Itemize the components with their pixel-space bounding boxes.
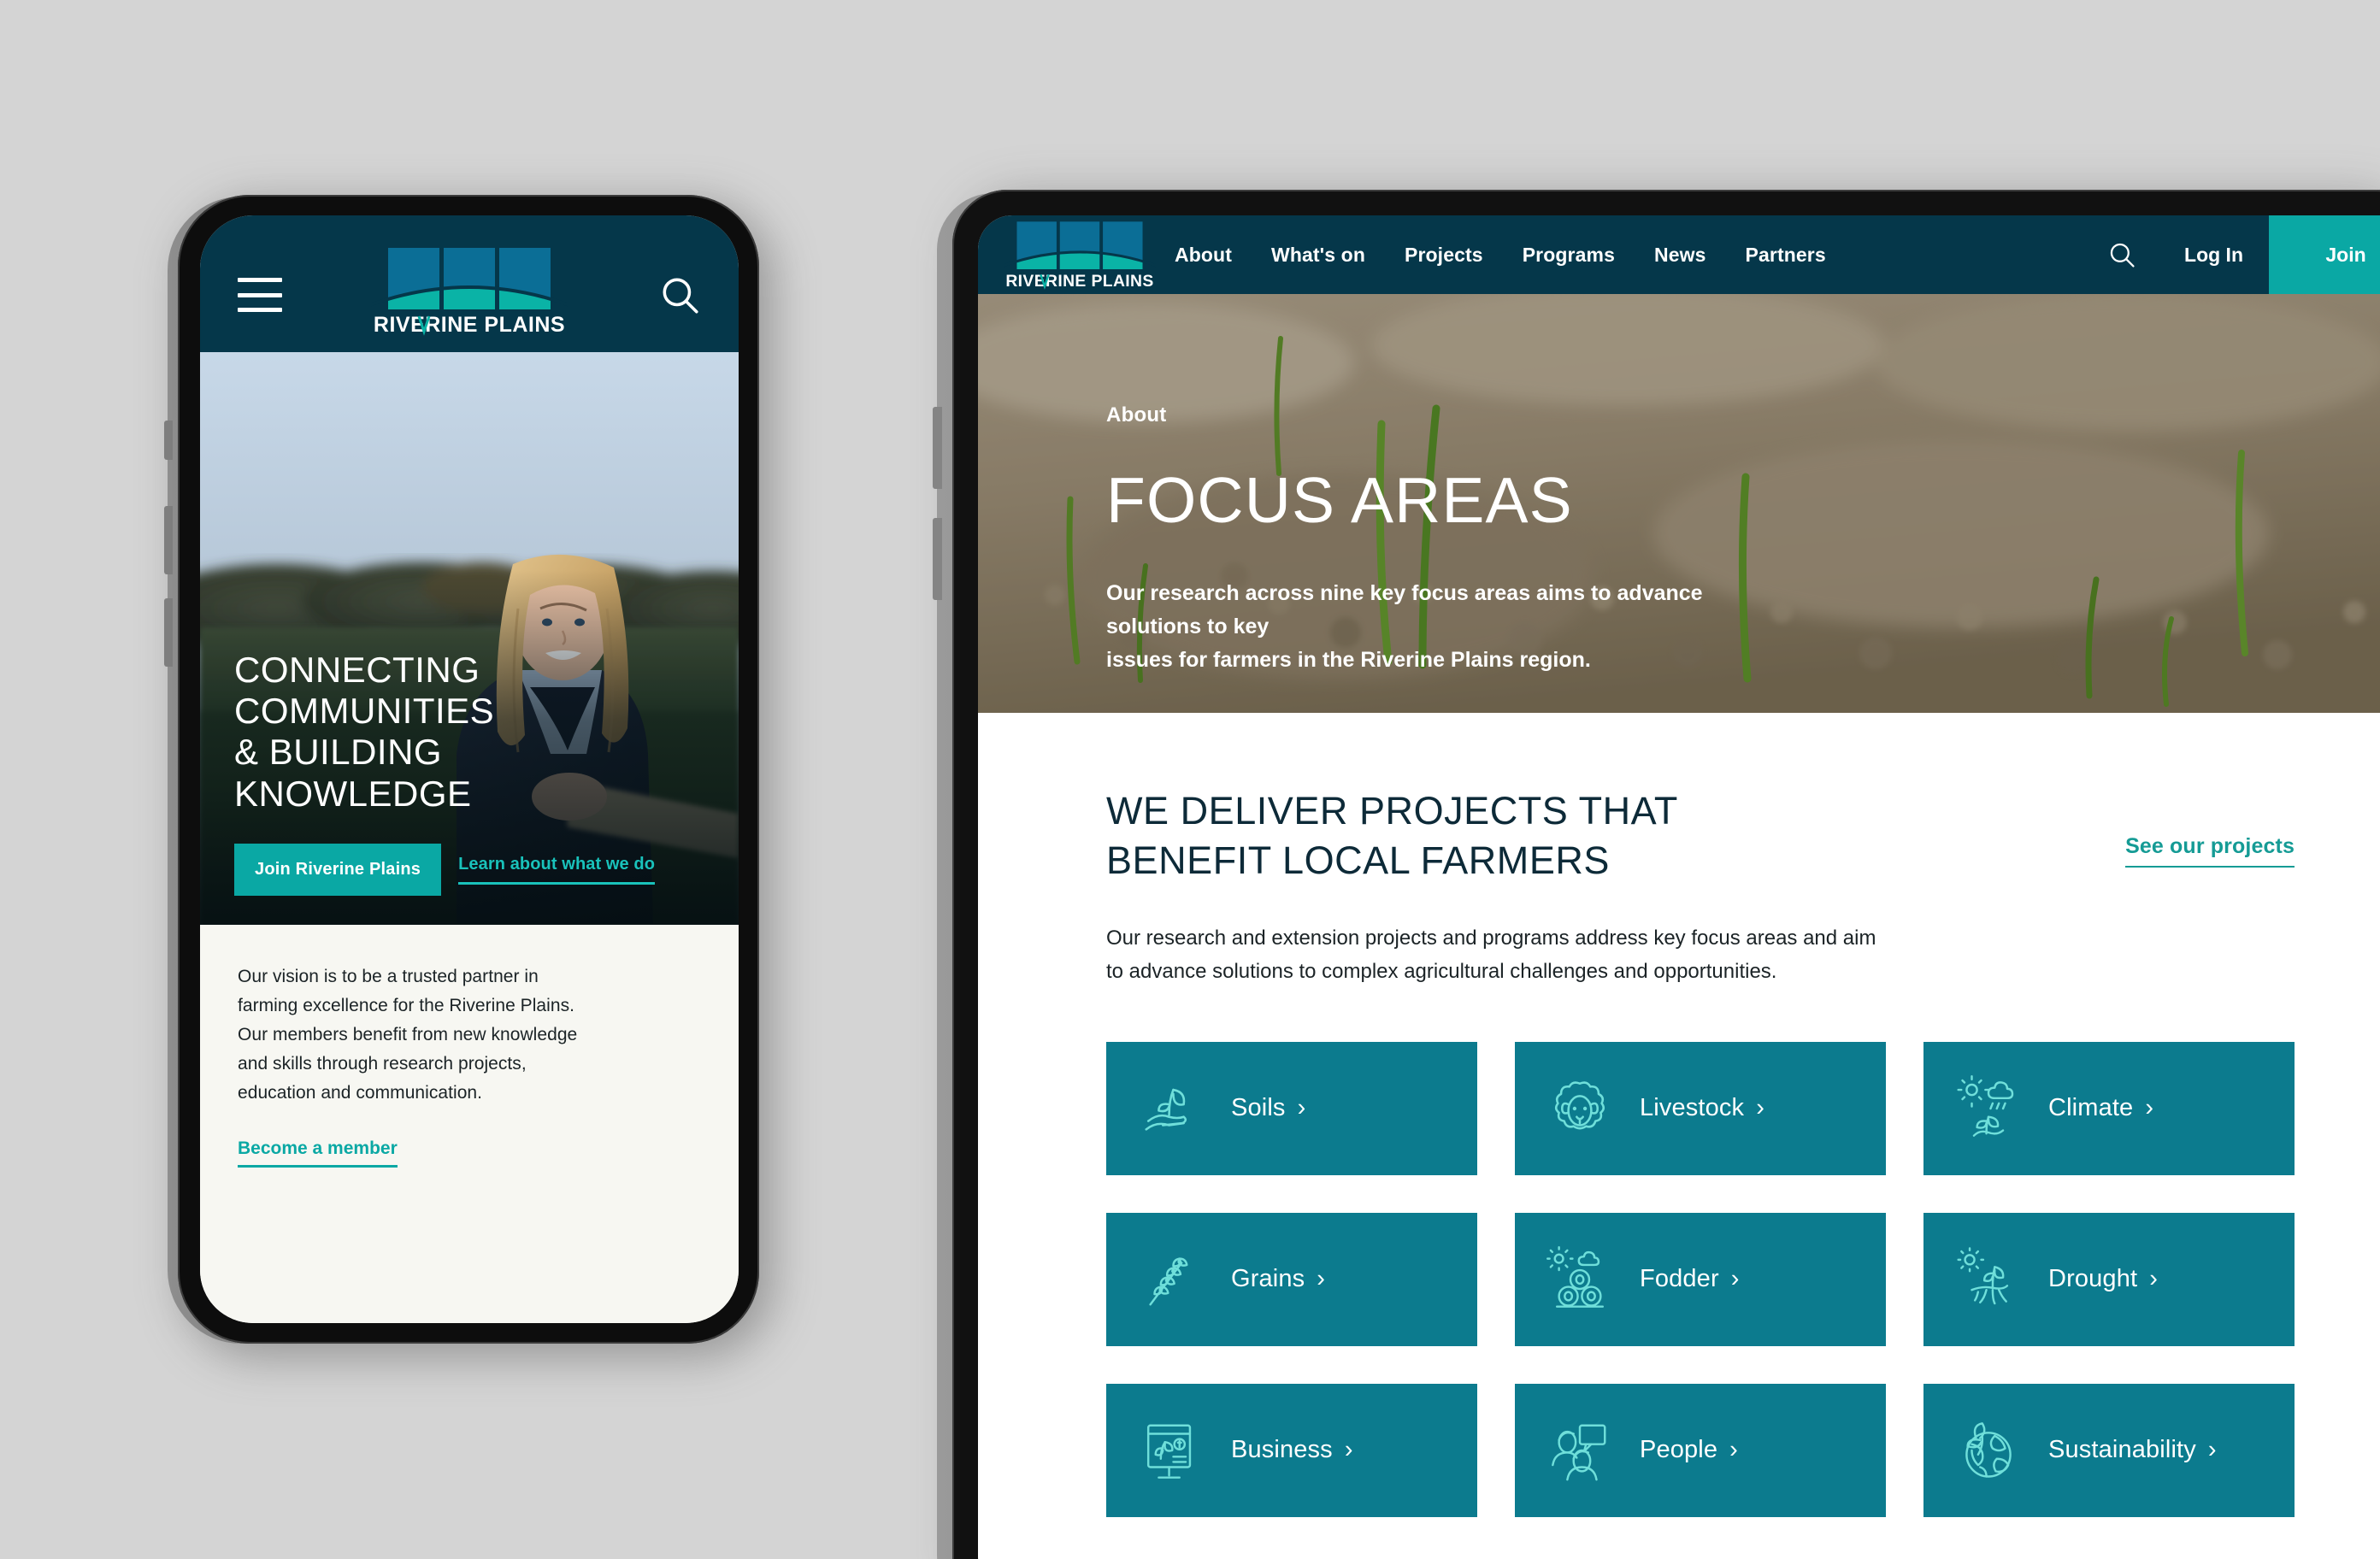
seedling-in-hand-icon [1135,1073,1207,1144]
tablet-body: RIVERINE PLAINS About What's on Projects… [952,190,2380,1559]
focus-area-tile-climate[interactable]: Climate › [1923,1041,2295,1175]
logo-mark: RIVERINE PLAINS [371,248,568,337]
focus-areas-grid: Soils › Livestock › Climate › Grains › F… [1106,1041,2295,1517]
focus-area-label: Grains › [1231,1265,1325,1293]
presentation-chart-icon [1135,1415,1207,1486]
nav-item-programs[interactable]: Programs [1523,244,1615,267]
globe-leaf-icon [1953,1415,2024,1486]
people-speech-bubble-icon [1544,1415,1616,1486]
search-icon [2110,243,2135,268]
tablet-mockup: RIVERINE PLAINS About What's on Projects… [933,171,2380,1559]
sheep-head-icon [1544,1073,1616,1144]
chevron-right-icon: › [1756,1094,1765,1122]
riverine-plains-logo[interactable]: RIVERINE PLAINS [978,215,1175,294]
focus-area-label: Livestock › [1640,1094,1764,1122]
focus-area-label: Drought › [2048,1265,2158,1293]
learn-about-what-we-do-link[interactable]: Learn about what we do [458,855,656,885]
breadcrumb-about[interactable]: About [1106,403,2320,427]
focus-area-label: Business › [1231,1436,1353,1464]
focus-area-name: Sustainability [2048,1436,2196,1464]
focus-area-name: Drought [2048,1265,2138,1293]
sun-wilting-plant-roots-icon [1953,1244,2024,1315]
chevron-right-icon: › [2207,1436,2217,1464]
desktop-main-content: WE DELIVER PROJECTS THAT BENEFIT LOCAL F… [978,713,2380,1517]
chevron-right-icon: › [1730,1265,1740,1293]
focus-area-label: Soils › [1231,1094,1305,1122]
chevron-right-icon: › [1317,1265,1326,1293]
focus-area-tile-fodder[interactable]: Fodder › [1515,1212,1886,1346]
page-title: FOCUS AREAS [1106,464,1573,536]
mobile-hero-content: CONNECTING COMMUNITIES & BUILDING KNOWLE… [234,650,713,896]
focus-area-label: Climate › [2048,1094,2153,1122]
search-icon[interactable] [658,274,701,316]
focus-area-name: Livestock [1640,1094,1745,1122]
focus-area-label: Fodder › [1640,1265,1740,1293]
riverine-plains-logo[interactable]: RIVERINE PLAINS [371,244,568,337]
sun-cloud-rain-plant-icon [1953,1073,2024,1144]
join-button[interactable]: Join [2269,215,2380,294]
tablet-screen: RIVERINE PLAINS About What's on Projects… [978,215,2380,1559]
mobile-vision-block: Our vision is to be a trusted partner in… [200,925,739,1323]
main-nav-menu: About What's on Projects Programs News P… [1175,215,1826,294]
focus-area-tile-drought[interactable]: Drought › [1923,1212,2295,1346]
logo-wordmark: RIVERINE PLAINS [374,313,565,337]
focus-area-name: Climate [2048,1094,2134,1122]
section-heading: WE DELIVER PROJECTS THAT BENEFIT LOCAL F… [1106,789,1678,882]
chevron-right-icon: › [2145,1094,2154,1122]
logo-mark: RIVERINE PLAINS [1004,221,1156,291]
focus-area-tile-people[interactable]: People › [1515,1383,1886,1517]
focus-area-name: Soils [1231,1094,1286,1122]
tablet-volume-down-button[interactable] [933,518,942,600]
nav-item-projects[interactable]: Projects [1405,244,1483,267]
focus-area-name: People [1640,1436,1718,1464]
focus-area-name: Grains [1231,1265,1305,1293]
hay-bales-sun-cloud-icon [1544,1244,1616,1315]
mobile-hero-cta-row: Join Riverine Plains Learn about what we… [234,844,713,896]
join-riverine-plains-button[interactable]: Join Riverine Plains [234,844,442,896]
wheat-stalk-icon [1135,1244,1207,1315]
phone-mute-button[interactable] [164,421,173,460]
section-header-row: WE DELIVER PROJECTS THAT BENEFIT LOCAL F… [1106,786,2295,885]
section-lead-paragraph: Our research and extension projects and … [1106,927,1876,984]
focus-area-name: Business [1231,1436,1333,1464]
mobile-vision-paragraph: Our vision is to be a trusted partner in… [238,967,578,1103]
desktop-navbar: RIVERINE PLAINS About What's on Projects… [978,215,2380,294]
hamburger-menu-icon[interactable] [238,278,282,312]
nav-item-news[interactable]: News [1654,244,1706,267]
nav-item-whats-on[interactable]: What's on [1271,244,1365,267]
navbar-right-group: Log In Join [2085,215,2380,294]
focus-area-tile-soils[interactable]: Soils › [1106,1041,1477,1175]
phone-screen: RIVERINE PLAINS CONNECTING COMMUNITIES &… [200,215,739,1323]
desktop-hero: About FOCUS AREAS Our research across ni… [978,294,2380,713]
mobile-hero: CONNECTING COMMUNITIES & BUILDING KNOWLE… [200,352,739,925]
nav-item-partners[interactable]: Partners [1746,244,1826,267]
chevron-right-icon: › [2149,1265,2158,1293]
become-a-member-link[interactable]: Become a member [238,1138,398,1168]
phone-body: RIVERINE PLAINS CONNECTING COMMUNITIES &… [178,195,759,1344]
focus-area-name: Fodder [1640,1265,1719,1293]
search-button[interactable] [2085,215,2159,294]
tablet-volume-up-button[interactable] [933,407,942,489]
focus-area-tile-sustainability[interactable]: Sustainability › [1923,1383,2295,1517]
logo-wordmark: RIVERINE PLAINS [1005,272,1153,291]
nav-item-about[interactable]: About [1175,244,1232,267]
phone-volume-down-button[interactable] [164,598,173,667]
log-in-button[interactable]: Log In [2159,215,2269,294]
chevron-right-icon: › [1297,1094,1306,1122]
focus-area-tile-livestock[interactable]: Livestock › [1515,1041,1886,1175]
focus-area-label: People › [1640,1436,1738,1464]
focus-area-label: Sustainability › [2048,1436,2217,1464]
phone-mockup: RIVERINE PLAINS CONNECTING COMMUNITIES &… [164,181,776,1361]
focus-area-tile-business[interactable]: Business › [1106,1383,1477,1517]
hero-subtitle: Our research across nine key focus areas… [1106,581,1703,672]
mobile-hero-heading: CONNECTING COMMUNITIES & BUILDING KNOWLE… [234,649,495,814]
chevron-right-icon: › [1344,1436,1353,1464]
see-our-projects-link[interactable]: See our projects [2125,834,2295,868]
chevron-right-icon: › [1729,1436,1738,1464]
mobile-header: RIVERINE PLAINS [200,215,739,352]
desktop-hero-content: About FOCUS AREAS Our research across ni… [1106,403,2320,676]
phone-volume-up-button[interactable] [164,506,173,574]
focus-area-tile-grains[interactable]: Grains › [1106,1212,1477,1346]
